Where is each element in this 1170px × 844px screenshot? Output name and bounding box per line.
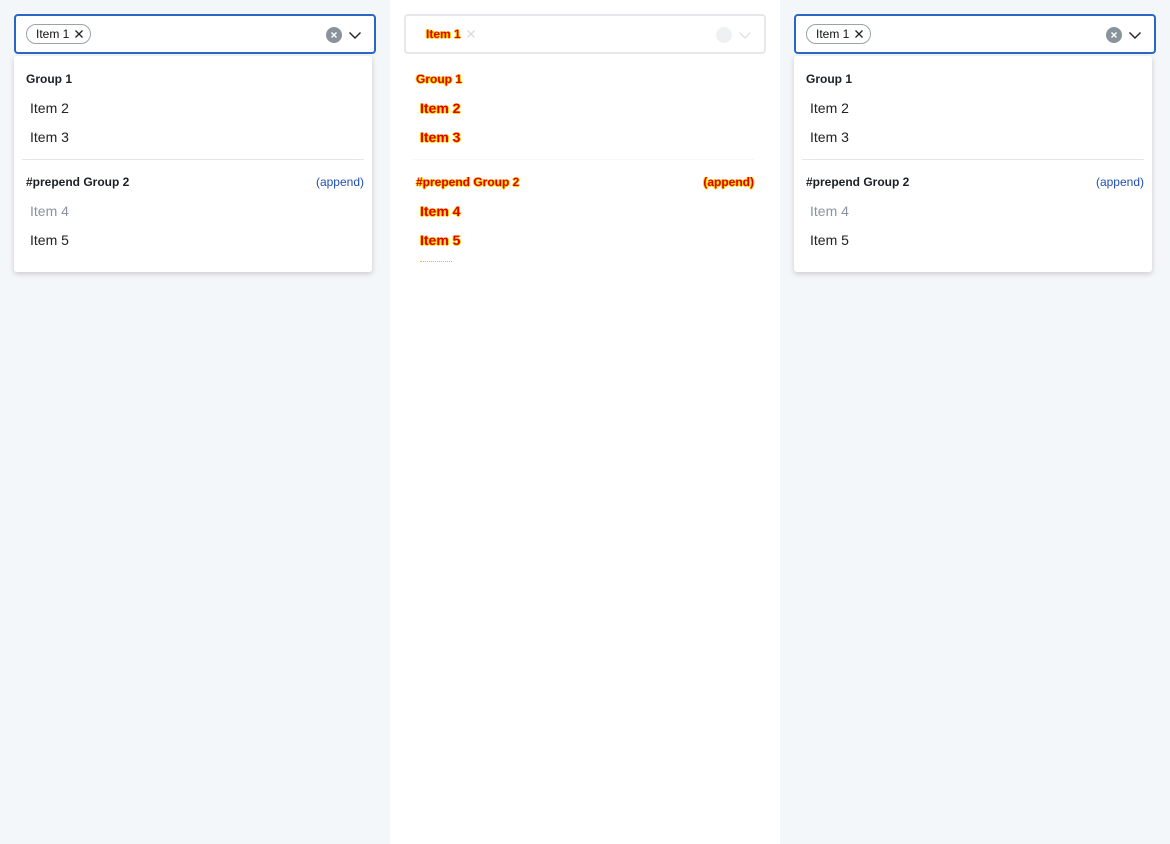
option-item[interactable]: Item 2 (30, 100, 69, 116)
selected-chip: Item 1 (26, 24, 92, 44)
option-item[interactable]: Item 5 (420, 232, 460, 248)
group-divider (22, 159, 364, 160)
group-header: #prepend Group 2 (26, 175, 130, 189)
chip-label: Item 1 (426, 27, 461, 41)
option-item[interactable]: Item 5 (30, 232, 69, 248)
group-header: Group 1 (806, 72, 853, 86)
selected-chip: Item 1 (806, 24, 872, 44)
multi-select-input[interactable]: Item 1 (14, 14, 376, 54)
dropdown-menu: Group 1 Item 2 Item 3 #prepend Group 2 (… (14, 56, 372, 272)
multi-select-input[interactable]: Item 1 (404, 14, 766, 54)
group-append-link[interactable]: (append) (1096, 175, 1144, 189)
option-item[interactable]: Item 3 (30, 129, 69, 145)
chevron-down-icon[interactable] (1128, 28, 1142, 42)
group-header: Group 1 (416, 72, 463, 86)
clear-icon[interactable] (1106, 27, 1122, 43)
chevron-down-icon[interactable] (738, 28, 752, 42)
option-item[interactable]: Item 3 (420, 129, 460, 145)
chip-remove-icon[interactable] (74, 29, 84, 39)
option-item[interactable]: Item 2 (420, 100, 460, 116)
panel-middle: Item 1 Group 1 Item 2 Item 3 #prepend Gr… (390, 0, 780, 844)
selected-chip: Item 1 (416, 24, 483, 44)
group-header: #prepend Group 2 (806, 175, 910, 189)
chip-remove-icon[interactable] (854, 29, 864, 39)
dropdown-menu: Group 1 Item 2 Item 3 #prepend Group 2 (… (794, 56, 1152, 272)
panel-left: Item 1 Group 1 Item 2 Item 3 #prepend Gr… (0, 0, 390, 844)
group-append-link[interactable]: (append) (316, 175, 364, 189)
option-item[interactable]: Item 3 (810, 129, 849, 145)
option-item-disabled: Item 4 (30, 203, 69, 219)
chip-remove-icon[interactable] (466, 29, 476, 39)
chip-label: Item 1 (36, 27, 70, 41)
clear-icon[interactable] (326, 27, 342, 43)
panel-right: Item 1 Group 1 Item 2 Item 3 #prepend Gr… (780, 0, 1170, 844)
group-header: Group 1 (26, 72, 73, 86)
chevron-down-icon[interactable] (348, 28, 362, 42)
render-artifact (420, 261, 452, 265)
clear-icon[interactable] (716, 27, 732, 43)
group-divider (802, 159, 1144, 160)
dropdown-menu: Group 1 Item 2 Item 3 #prepend Group 2 (… (404, 56, 762, 272)
group-divider (412, 159, 754, 160)
group-header: #prepend Group 2 (416, 175, 520, 189)
option-item[interactable]: Item 2 (810, 100, 849, 116)
chip-label: Item 1 (816, 27, 850, 41)
option-item[interactable]: Item 5 (810, 232, 849, 248)
multi-select-input[interactable]: Item 1 (794, 14, 1156, 54)
option-item-disabled: Item 4 (420, 203, 461, 219)
option-item-disabled: Item 4 (810, 203, 849, 219)
group-append-link[interactable]: (append) (703, 175, 754, 189)
